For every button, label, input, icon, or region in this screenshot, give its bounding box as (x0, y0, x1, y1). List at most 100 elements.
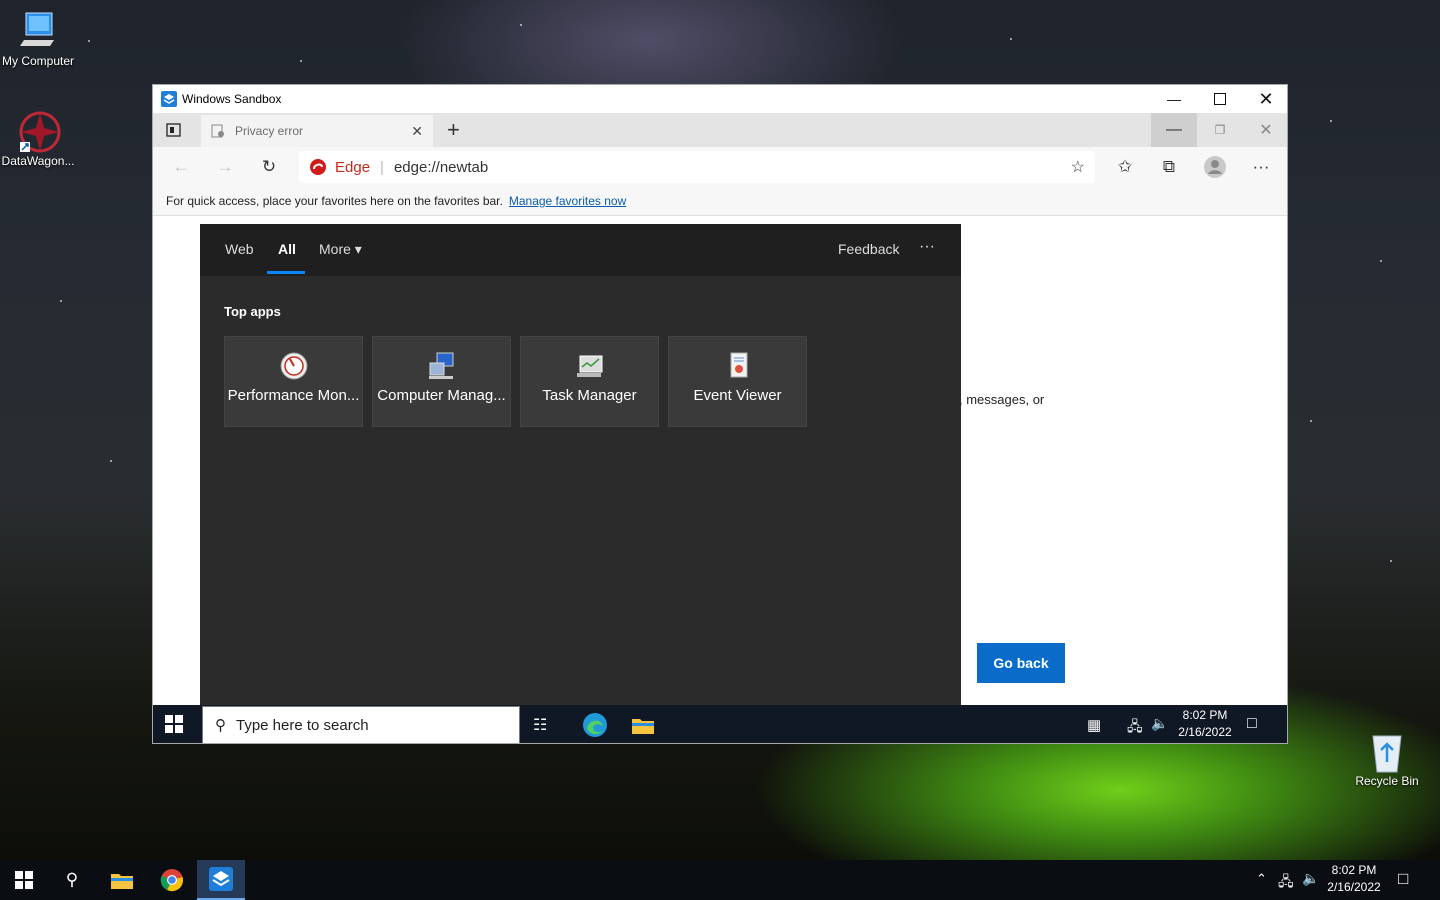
url-text: edge://newtab (393, 158, 489, 176)
app-tile-event-viewer[interactable]: Event Viewer (668, 336, 807, 427)
chrome-icon[interactable] (148, 860, 196, 900)
host-network-icon[interactable]: 🖧 (1278, 871, 1294, 895)
favorites-icon[interactable]: ✩ (1111, 153, 1139, 181)
edge-tab-strip: Privacy error ✕ + — ❐ ✕ (153, 113, 1287, 147)
app-tile-performance-monitor[interactable]: Performance Mon... (224, 336, 363, 427)
sandbox-clock[interactable]: 8:02 PM 2/16/2022 (1173, 707, 1237, 741)
start-windows-icon[interactable] (165, 715, 187, 737)
show-hidden-icons-chevron-icon[interactable]: ⌃ (1256, 871, 1267, 887)
star (110, 460, 112, 462)
app-tile-label: Performance Mon... (227, 387, 360, 404)
tab-web[interactable]: Web (225, 241, 254, 257)
tab-title: Privacy error (235, 124, 304, 138)
edge-minimize-button[interactable]: — (1151, 113, 1197, 147)
task-view-icon[interactable]: ☷ (533, 715, 547, 735)
desktop-icon-my-computer[interactable]: My Computer (0, 10, 76, 69)
chevron-down-icon: ▾ (354, 241, 362, 257)
sandbox-title: Windows Sandbox (182, 92, 282, 106)
maximize-button[interactable] (1197, 85, 1243, 113)
star (88, 40, 90, 42)
collections-icon[interactable]: ⧉ (1155, 153, 1183, 181)
edge-toolbar: ← → ↻ Edge | edge://newtab ☆ ✩ ⧉ ··· (153, 147, 1287, 187)
url-separator: | (380, 158, 384, 176)
sandbox-title-bar[interactable]: Windows Sandbox — ✕ (153, 85, 1287, 113)
taskbar-search-box[interactable]: ⚲ Type here to search (202, 706, 520, 743)
favorites-bar: For quick access, place your favorites h… (153, 187, 1287, 216)
back-arrow-icon[interactable]: ← (167, 153, 195, 181)
host-clock[interactable]: 8:02 PM 2/16/2022 (1322, 862, 1386, 896)
tab-all[interactable]: All (278, 241, 296, 257)
active-app-indicator (579, 743, 613, 744)
go-back-button[interactable]: Go back (977, 643, 1065, 683)
edge-restore-button[interactable]: ❐ (1197, 113, 1243, 147)
star (300, 60, 302, 62)
sandbox-date: 2/16/2022 (1178, 725, 1232, 739)
profile-avatar[interactable] (1201, 153, 1229, 181)
star (1330, 120, 1332, 122)
app-tile-computer-management[interactable]: Computer Manag... (372, 336, 511, 427)
network-icon[interactable]: 🖧 (1127, 716, 1143, 740)
host-taskbar: ⚲ ⌃ 🖧 🔈 8:02 PM 2/16/2022 □ (0, 860, 1440, 900)
forward-arrow-icon[interactable]: → (211, 153, 239, 181)
app-tile-label: Computer Manag... (377, 387, 506, 404)
desktop-icon-label: Recycle Bin (1355, 774, 1419, 788)
tab-privacy-error[interactable]: Privacy error ✕ (201, 115, 433, 147)
task-manager-icon (575, 351, 605, 381)
refresh-icon[interactable]: ↻ (255, 153, 283, 181)
star (1310, 420, 1312, 422)
sandbox-time: 8:02 PM (1182, 708, 1228, 722)
tab-close-icon[interactable]: ✕ (411, 123, 423, 140)
search-panel-nav: Web All More ▾ Feedback ··· (200, 224, 961, 276)
desktop-icon-recycle-bin[interactable]: Recycle Bin (1349, 730, 1425, 789)
close-button[interactable]: ✕ (1243, 85, 1287, 113)
file-explorer-icon[interactable] (631, 715, 657, 737)
windows-sandbox-window: Windows Sandbox — ✕ Privacy error ✕ + — … (152, 84, 1288, 744)
volume-icon[interactable]: 🔈 (1151, 715, 1168, 732)
settings-more-icon[interactable]: ··· (1247, 153, 1275, 181)
computer-icon (18, 10, 58, 50)
page-warning-icon (211, 124, 225, 138)
star (520, 24, 522, 26)
star (1380, 260, 1382, 262)
host-time: 8:02 PM (1331, 863, 1377, 877)
host-search-icon[interactable]: ⚲ (48, 860, 96, 900)
performance-monitor-icon (279, 351, 309, 381)
edge-error-icon (309, 158, 327, 176)
active-tab-indicator (267, 271, 305, 274)
star (60, 300, 62, 302)
page-body-text: , messages, or (959, 392, 1045, 407)
top-apps-heading: Top apps (224, 304, 281, 319)
desktop-icon-label: My Computer (1, 54, 75, 68)
minimize-button[interactable]: — (1151, 85, 1197, 113)
app-tile-task-manager[interactable]: Task Manager (520, 336, 659, 427)
host-volume-icon[interactable]: 🔈 (1302, 870, 1319, 887)
new-tab-button[interactable]: + (447, 117, 460, 143)
panel-more-icon[interactable]: ··· (919, 238, 935, 256)
star (1390, 560, 1392, 562)
tab-more-label: More (319, 241, 351, 257)
host-notifications-icon[interactable]: □ (1398, 869, 1408, 889)
computer-management-icon (427, 351, 457, 381)
tab-more[interactable]: More ▾ (319, 241, 362, 258)
sandbox-logo-icon (161, 91, 177, 107)
windows-sandbox-taskbar-icon[interactable] (197, 860, 245, 900)
manage-favorites-link[interactable]: Manage favorites now (509, 194, 626, 208)
feedback-button[interactable]: Feedback (838, 241, 899, 257)
add-favorite-icon[interactable]: ☆ (1071, 157, 1085, 177)
url-brand: Edge (335, 158, 371, 176)
app-tile-label: Task Manager (542, 387, 637, 404)
star (1010, 38, 1012, 40)
address-bar[interactable]: Edge | edge://newtab ☆ (299, 151, 1095, 183)
host-start-button[interactable] (0, 860, 48, 900)
desktop-icon-datawagon[interactable]: DataWagon... (0, 110, 76, 169)
favorites-bar-text: For quick access, place your favorites h… (166, 194, 503, 208)
tab-actions-icon[interactable] (165, 121, 185, 141)
edge-close-button[interactable]: ✕ (1243, 113, 1287, 147)
search-panel: Web All More ▾ Feedback ··· Top apps Per… (200, 224, 961, 705)
desktop-icon-label: DataWagon... (1, 154, 75, 168)
edge-taskbar-icon[interactable] (581, 711, 611, 741)
notifications-icon[interactable]: □ (1247, 715, 1257, 733)
news-icon[interactable]: ▦ (1087, 716, 1101, 734)
host-date: 2/16/2022 (1327, 880, 1381, 894)
host-file-explorer-icon[interactable] (98, 860, 146, 900)
